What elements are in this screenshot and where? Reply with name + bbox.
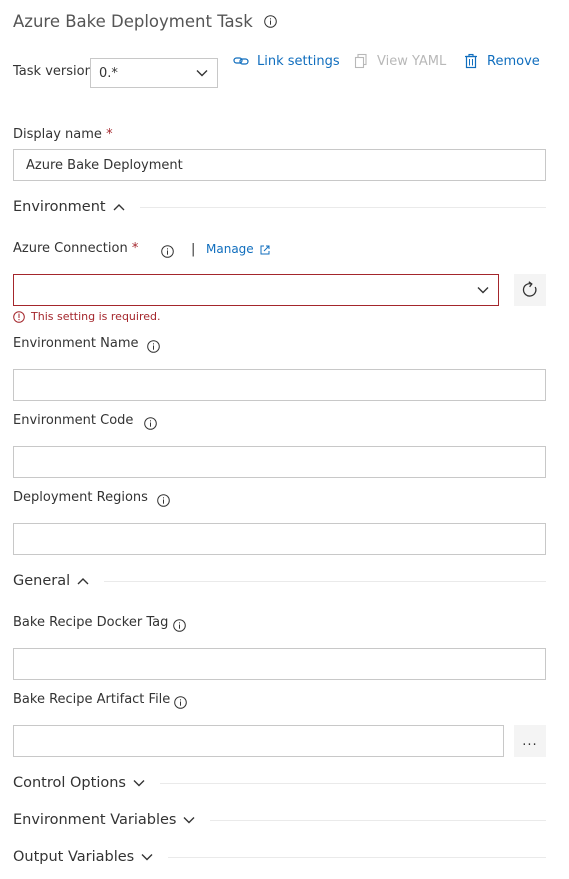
chevron-down-icon: [476, 283, 490, 297]
link-icon: [233, 53, 249, 69]
info-icon[interactable]: [147, 340, 160, 353]
manage-link-label: Manage: [206, 242, 254, 256]
section-divider: [159, 782, 546, 784]
section-divider: [139, 206, 546, 208]
validation-error: This setting is required.: [13, 310, 160, 323]
browse-button[interactable]: ...: [514, 725, 546, 757]
info-icon[interactable]: [264, 15, 277, 28]
manage-link[interactable]: Manage: [206, 242, 270, 256]
link-settings-label: Link settings: [257, 53, 340, 69]
section-environment-title: Environment: [13, 199, 106, 215]
section-control-options-title: Control Options: [13, 775, 126, 791]
deployment-regions-label: Deployment Regions: [13, 490, 148, 505]
required-marker: *: [106, 127, 113, 142]
chevron-down-icon: [140, 850, 154, 864]
trash-icon: [463, 53, 479, 69]
refresh-button[interactable]: [514, 274, 546, 306]
page-title: Azure Bake Deployment Task: [13, 12, 277, 31]
validation-error-text: This setting is required.: [31, 310, 161, 323]
section-divider: [104, 580, 546, 582]
display-name-input[interactable]: Azure Bake Deployment: [13, 149, 546, 181]
remove-label: Remove: [487, 53, 540, 69]
bake-recipe-artifact-file-label: Bake Recipe Artifact File: [13, 692, 171, 707]
info-icon[interactable]: [144, 417, 157, 430]
chevron-down-icon: [132, 776, 146, 790]
display-name-label-text: Display name: [13, 127, 102, 142]
section-divider: [210, 819, 546, 821]
copy-icon: [353, 53, 369, 69]
required-marker: *: [131, 241, 139, 256]
section-environment-variables-title: Environment Variables: [13, 812, 177, 828]
environment-code-label: Environment Code: [13, 413, 134, 428]
task-version-label: Task version: [13, 64, 93, 79]
environment-code-input[interactable]: [13, 446, 546, 478]
task-version-value: 0.*: [99, 65, 118, 81]
azure-connection-label-text: Azure Connection: [13, 241, 128, 256]
chevron-up-icon: [76, 574, 90, 588]
environment-name-label: Environment Name: [13, 336, 139, 351]
view-yaml-label: View YAML: [377, 53, 447, 69]
section-divider: [168, 856, 546, 858]
refresh-icon: [521, 281, 539, 299]
section-output-variables-title: Output Variables: [13, 849, 135, 865]
display-name-value: Azure Bake Deployment: [26, 157, 183, 173]
section-general[interactable]: General: [13, 573, 546, 589]
separator: |: [191, 242, 196, 257]
section-environment-variables[interactable]: Environment Variables: [13, 812, 546, 828]
bake-recipe-artifact-file-input[interactable]: [13, 725, 504, 757]
bake-recipe-docker-tag-input[interactable]: [13, 648, 546, 680]
chevron-down-icon: [195, 66, 209, 80]
deployment-regions-input[interactable]: [13, 523, 546, 555]
remove-button[interactable]: Remove: [463, 53, 540, 69]
browse-button-label: ...: [522, 733, 538, 749]
external-link-icon: [260, 244, 270, 255]
chevron-up-icon: [112, 200, 126, 214]
bake-recipe-docker-tag-label: Bake Recipe Docker Tag: [13, 615, 169, 630]
chevron-down-icon: [182, 813, 196, 827]
azure-connection-label: Azure Connection *: [13, 241, 138, 256]
azure-connection-select[interactable]: [13, 274, 499, 306]
section-environment[interactable]: Environment: [13, 199, 546, 215]
environment-name-input[interactable]: [13, 369, 546, 401]
link-settings-button[interactable]: Link settings: [233, 53, 340, 69]
section-output-variables[interactable]: Output Variables: [13, 849, 546, 865]
info-icon[interactable]: [173, 619, 186, 632]
section-control-options[interactable]: Control Options: [13, 775, 546, 791]
task-version-select[interactable]: 0.*: [90, 58, 218, 88]
display-name-label: Display name *: [13, 127, 113, 142]
info-icon[interactable]: [174, 696, 187, 709]
info-icon[interactable]: [161, 245, 174, 258]
error-icon: [13, 310, 25, 323]
info-icon[interactable]: [157, 494, 170, 507]
section-general-title: General: [13, 573, 71, 589]
view-yaml-button[interactable]: View YAML: [353, 53, 446, 69]
page-title-text: Azure Bake Deployment Task: [13, 12, 253, 31]
